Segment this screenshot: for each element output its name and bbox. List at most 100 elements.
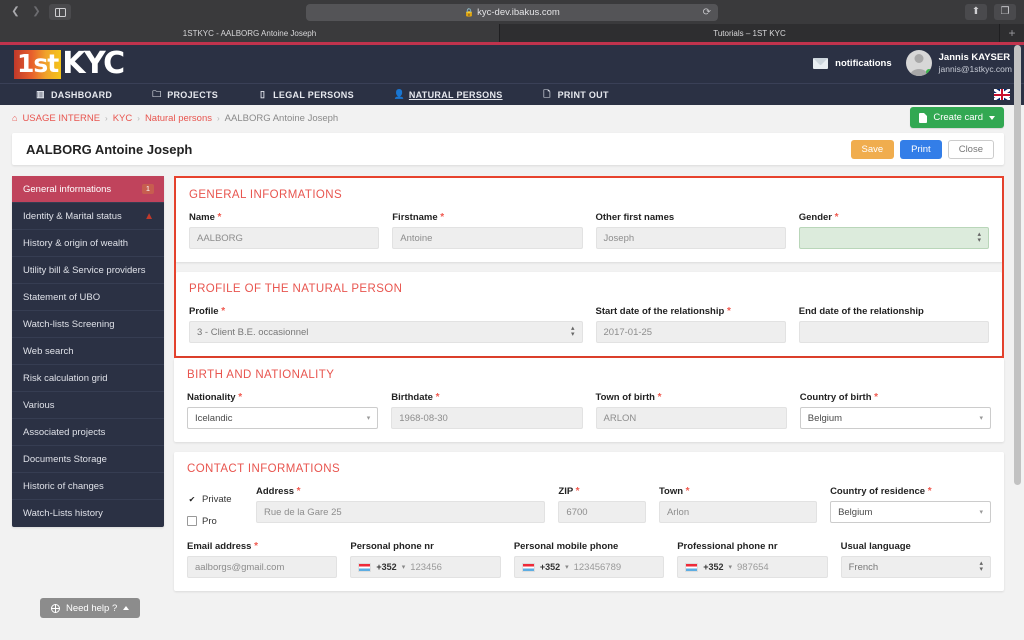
luxembourg-flag-icon (521, 562, 535, 572)
sidebar-item-watch-lists-screening[interactable]: Watch-lists Screening (12, 311, 164, 338)
required-marker: * (440, 212, 445, 223)
gender-select[interactable]: ▴ ▾ (798, 227, 989, 249)
mobile-phone-input[interactable]: +352 ▾ 123456789 (513, 556, 665, 578)
country-of-birth-select[interactable]: Belgium ▾ (799, 407, 991, 429)
need-help-button[interactable]: Need help ? (40, 598, 141, 618)
sidebar-item-associated-projects[interactable]: Associated projects (12, 419, 164, 446)
share-icon[interactable]: ⬆ (965, 4, 987, 20)
browser-tab-2[interactable]: Tutorials – 1ST KYC (500, 24, 1000, 42)
need-help-label: Need help ? (66, 602, 118, 614)
required-marker: * (221, 306, 226, 317)
user-name: Jannis KAYSER (938, 51, 1011, 63)
create-card-button[interactable]: Create card (910, 107, 1004, 128)
nationality-select[interactable]: Icelandic ▾ (187, 407, 379, 429)
sidebar-item-general-informations[interactable]: General informations 1 (12, 176, 164, 203)
firstname-input[interactable]: Antoine (392, 227, 583, 249)
email-input[interactable]: aalborgs@gmail.com (187, 556, 338, 578)
new-tab-overview-icon[interactable]: ❐ (994, 4, 1016, 20)
end-date-input[interactable] (798, 321, 989, 343)
field-birthdate: Birthdate * 1968-08-30 (391, 392, 583, 429)
home-icon[interactable]: ⌂ (12, 113, 17, 123)
birthdate-input[interactable]: 1968-08-30 (391, 407, 583, 429)
breadcrumb-separator: › (217, 113, 220, 123)
nav-item-dashboard[interactable]: ▥ DASHBOARD (36, 89, 112, 100)
save-button[interactable]: Save (850, 139, 895, 159)
page-icon (919, 112, 928, 123)
name-input[interactable]: AALBORG (189, 227, 380, 249)
panel-general-informations: GENERAL INFORMATIONS Name * AALBORG Firs… (176, 178, 1002, 262)
nav-item-legal-persons[interactable]: ▯ LEGAL PERSONS (258, 89, 354, 100)
chevron-down-icon: ▾ (728, 564, 733, 571)
sidebar-item-various[interactable]: Various (12, 392, 164, 419)
luxembourg-flag-icon (685, 562, 699, 572)
chevron-down-icon: ▾ (401, 564, 406, 571)
notifications-button[interactable]: notifications (813, 57, 892, 69)
address-input[interactable]: Rue de la Gare 25 (256, 501, 546, 523)
field-personal-phone: Personal phone nr +352 ▾ 123456 (350, 541, 501, 578)
page-scrollbar[interactable] (1014, 45, 1021, 605)
sidebar-item-statement-of-ubo[interactable]: Statement of UBO (12, 284, 164, 311)
field-end-date: End date of the relationship (798, 306, 989, 343)
usual-language-select[interactable]: French ▴ ▾ (840, 556, 992, 578)
personal-phone-country-code: +352 (376, 562, 397, 572)
field-name: Name * AALBORG (189, 212, 380, 249)
sidebar-toggle-icon[interactable] (49, 4, 71, 20)
nav-item-natural-persons[interactable]: 👤 NATURAL PERSONS (394, 89, 503, 100)
breadcrumb-item-2[interactable]: Natural persons (145, 113, 212, 124)
sidebar-item-historic-of-changes[interactable]: Historic of changes (12, 473, 164, 500)
nav-item-print-out[interactable]: 🗋 PRINT OUT (543, 87, 609, 103)
breadcrumb-item-1[interactable]: KYC (113, 113, 133, 124)
scrollbar-thumb[interactable] (1014, 45, 1021, 485)
address-bar-text: kyc-dev.ibakus.com (477, 6, 560, 18)
other-first-names-input[interactable]: Joseph (595, 227, 786, 249)
print-button[interactable]: Print (900, 139, 942, 159)
forward-arrow-icon[interactable]: ❯ (28, 4, 45, 20)
record-title-card: AALBORG Antoine Joseph Save Print Close (12, 133, 1004, 165)
checkbox-pro[interactable]: Pro (187, 510, 243, 532)
uk-flag-icon[interactable] (994, 89, 1010, 100)
nav-item-projects[interactable]: 🗀 PROJECTS (152, 87, 218, 103)
start-date-input[interactable]: 2017-01-25 (595, 321, 786, 343)
chevron-updown-icon: ▴ ▾ (977, 231, 981, 244)
checkbox-private[interactable]: ✔ Private (187, 488, 243, 510)
professional-phone-input[interactable]: +352 ▾ 987654 (677, 556, 828, 578)
zip-input[interactable]: 6700 (558, 501, 646, 523)
town-input[interactable]: Arlon (658, 501, 818, 523)
field-professional-phone: Professional phone nr +352 ▾ 987654 (677, 541, 828, 578)
sidebar-item-documents-storage[interactable]: Documents Storage (12, 446, 164, 473)
reload-icon[interactable]: ⟳ (703, 7, 711, 18)
professional-phone-country-code: +352 (703, 562, 724, 572)
mobile-phone-country-code: +352 (539, 562, 561, 572)
field-gender: Gender * ▴ ▾ (798, 212, 989, 249)
sidebar-item-risk-calculation-grid-label: Risk calculation grid (23, 372, 108, 384)
new-tab-button[interactable]: + (1000, 24, 1024, 42)
field-country-of-birth-label: Country of birth * (799, 392, 879, 403)
record-section-nav: General informations 1 Identity & Marita… (12, 176, 164, 527)
required-marker: * (726, 306, 731, 317)
field-name-label: Name * (189, 212, 222, 223)
sidebar-item-watch-lists-history[interactable]: Watch-Lists history (12, 500, 164, 527)
sidebar-item-web-search[interactable]: Web search (12, 338, 164, 365)
address-bar[interactable]: 🔒 kyc-dev.ibakus.com ⟳ (306, 3, 718, 21)
breadcrumb-item-0[interactable]: USAGE INTERNE (22, 113, 100, 124)
personal-phone-input[interactable]: +352 ▾ 123456 (350, 556, 501, 578)
sidebar-item-watch-lists-screening-label: Watch-lists Screening (23, 318, 115, 330)
field-zip-label: ZIP * (558, 486, 580, 497)
browser-tab-1[interactable]: 1STKYC - AALBORG Antoine Joseph (0, 24, 500, 42)
usual-language-value: French (848, 561, 879, 573)
country-of-residence-select[interactable]: Belgium ▾ (830, 501, 991, 523)
back-arrow-icon[interactable]: ❮ (7, 4, 24, 20)
field-zip: ZIP * 6700 (558, 486, 646, 532)
sidebar-item-risk-calculation-grid[interactable]: Risk calculation grid (12, 365, 164, 392)
close-button[interactable]: Close (947, 139, 994, 159)
sidebar-item-history-origin-of-wealth[interactable]: History & origin of wealth (12, 230, 164, 257)
required-marker: * (834, 212, 839, 223)
sidebar-item-identity-marital-status[interactable]: Identity & Marital status ▲ (12, 203, 164, 230)
profile-select[interactable]: 3 - Client B.E. occasionnel ▴ ▾ (189, 321, 583, 343)
town-of-birth-input[interactable]: ARLON (595, 407, 787, 429)
sidebar-item-utility-bill-service-providers[interactable]: Utility bill & Service providers (12, 257, 164, 284)
app-logo[interactable]: 1st KYC (14, 47, 125, 81)
profile-select-value: 3 - Client B.E. occasionnel (197, 326, 309, 338)
country-of-residence-value: Belgium (838, 506, 873, 518)
user-menu[interactable]: Jannis KAYSER jannis@1stkyc.com (905, 50, 1012, 76)
